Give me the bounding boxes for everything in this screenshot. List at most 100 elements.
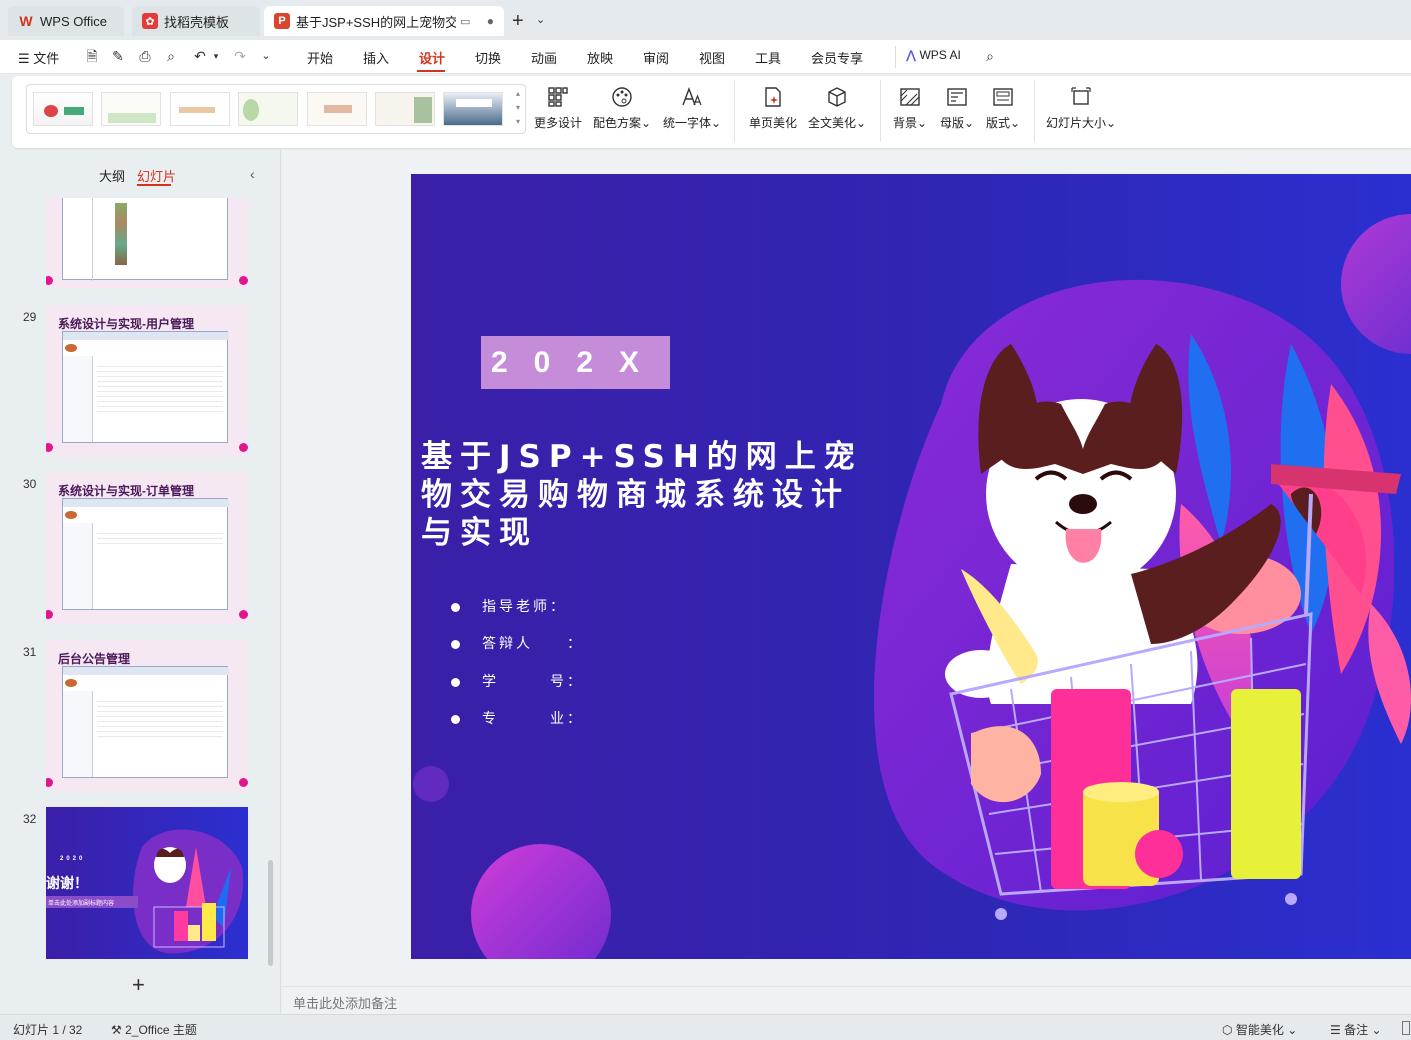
smart-beautify-button[interactable]: ⬡ 智能美化 ⌄ <box>1222 1021 1297 1038</box>
bullet-major[interactable]: 专 业： <box>451 708 584 728</box>
year-label-box[interactable]: 202X <box>481 336 670 389</box>
chevron-down-icon: ⌄ <box>1287 1023 1298 1037</box>
screenshot-image <box>62 198 228 281</box>
grid-icon <box>548 87 568 107</box>
slide-thumbnail[interactable]: 系统设计与实现-用户管理 <box>46 305 248 457</box>
slide-title[interactable]: 基于JSP+SSH的网上宠物交易购物商城系统设计与实现 <box>421 438 871 552</box>
gallery-scroll[interactable]: ▴ ▾ ▾ <box>513 87 523 131</box>
layout-button[interactable]: 版式⌄ <box>982 86 1024 131</box>
active-tab-indicator <box>417 70 445 72</box>
chevron-down-icon: ⌄ <box>1371 1023 1382 1037</box>
expand-icon[interactable]: ▾ <box>516 117 520 126</box>
theme-thumb[interactable] <box>307 92 367 126</box>
slide-thumbnail[interactable]: 系统设计与实现-订单管理 <box>46 472 248 624</box>
theme-gallery[interactable]: ▴ ▾ ▾ <box>26 84 526 134</box>
layout-icon <box>993 88 1013 106</box>
tab-slides[interactable]: 幻灯片 <box>137 166 176 185</box>
unify-font-button[interactable]: 统一字体⌄ <box>660 86 724 131</box>
page-beautify-button[interactable]: 单页美化 <box>746 86 800 131</box>
chevron-up-icon[interactable]: ▴ <box>516 89 520 98</box>
new-tab-plus-icon[interactable]: + <box>512 10 524 33</box>
more-design-button[interactable]: 更多设计 <box>532 86 584 131</box>
slide-count: 幻灯片 1 / 32 <box>13 1023 83 1037</box>
redo-icon[interactable]: ↷ <box>232 48 248 64</box>
menu-review[interactable]: 审阅 <box>643 48 669 67</box>
chevron-down-icon: ⌄ <box>1105 116 1117 130</box>
theme-thumb[interactable] <box>238 92 298 126</box>
chevron-down-icon[interactable]: ⌄ <box>536 13 545 26</box>
color-scheme-button[interactable]: 配色方案⌄ <box>590 86 654 131</box>
slide-illustration <box>413 214 1411 959</box>
tab-template[interactable]: ✿ 找稻壳模板 <box>132 6 260 36</box>
bullet-advisor[interactable]: 指导老师： <box>451 596 567 616</box>
pen-icon[interactable]: ✎ <box>110 48 126 64</box>
menu-insert[interactable]: 插入 <box>363 48 389 67</box>
slide-panel: 大纲 幻灯片 ‹ 29 系统设计与实现-用户管理 30 系统设计与实现-订单管理 <box>0 150 281 1014</box>
slide-thumbnail[interactable] <box>46 198 248 288</box>
theme-thumb[interactable] <box>33 92 93 126</box>
page-sparkle-icon <box>765 87 781 107</box>
bullet-dot-icon <box>451 602 460 612</box>
menu-design[interactable]: 设计 <box>419 48 445 67</box>
bullet-dot-icon <box>451 677 460 687</box>
menu-animation[interactable]: 动画 <box>531 48 557 67</box>
divider <box>895 46 896 68</box>
master-button[interactable]: 母版⌄ <box>936 86 978 131</box>
theme-thumb[interactable] <box>375 92 435 126</box>
slide-size-button[interactable]: 幻灯片大小⌄ <box>1044 86 1118 131</box>
bullet-presenter[interactable]: 答辩人 ： <box>451 633 584 653</box>
view-icon[interactable] <box>1402 1021 1410 1035</box>
background-icon <box>900 88 920 106</box>
undo-icon[interactable]: ↶ <box>192 48 208 64</box>
menu-view[interactable]: 视图 <box>699 48 725 67</box>
tab-outline[interactable]: 大纲 <box>99 166 125 185</box>
current-slide[interactable]: 202X 基于JSP+SSH的网上宠物交易购物商城系统设计与实现 指导老师： 答… <box>411 174 1411 959</box>
bullet-student-id[interactable]: 学 号： <box>451 671 584 691</box>
chevron-down-icon[interactable]: ▾ <box>516 103 520 112</box>
divider <box>880 80 881 142</box>
collapse-panel-icon[interactable]: ‹ <box>250 166 255 182</box>
print-preview-icon[interactable]: ⌕ <box>163 48 179 64</box>
thumbnail-title: 后台公告管理 <box>58 652 131 666</box>
theme-thumb[interactable] <box>101 92 161 126</box>
print-icon[interactable]: ⎙ <box>137 48 153 64</box>
slide-number: 31 <box>23 645 37 659</box>
wps-ai-button[interactable]: ⋀ WPS AI <box>906 48 961 62</box>
chevron-down-icon: ⌄ <box>963 116 975 130</box>
tab-current-document[interactable]: P 基于JSP+SSH的网上宠物交易 ▭ ● <box>264 6 504 36</box>
notes-toggle-button[interactable]: ☰ 备注 ⌄ <box>1330 1021 1382 1038</box>
background-button[interactable]: 背景⌄ <box>890 86 930 131</box>
full-beautify-button[interactable]: 全文美化⌄ <box>806 86 868 131</box>
add-slide-plus-icon[interactable]: + <box>132 972 145 998</box>
theme-thumb[interactable] <box>443 92 503 126</box>
slide-thumbnail-active[interactable]: 2020 谢谢！ 单击此处添加副标题内容 <box>46 807 248 959</box>
undo-dropdown-icon[interactable]: ▾ <box>208 48 224 64</box>
menu-slideshow[interactable]: 放映 <box>587 48 613 67</box>
wps-logo-icon: W <box>19 13 33 29</box>
chevron-down-icon[interactable]: ⌄ <box>258 48 274 64</box>
tab-modified-dot-icon[interactable]: ● <box>487 14 494 28</box>
menu-transition[interactable]: 切换 <box>475 48 501 67</box>
search-icon[interactable]: ⌕ <box>982 48 998 64</box>
thumbnail-title: 系统设计与实现-用户管理 <box>58 317 194 331</box>
slide-thumbnail[interactable]: 后台公告管理 <box>46 640 248 792</box>
theme-thumb[interactable] <box>170 92 230 126</box>
tab-label: 找稻壳模板 <box>164 14 230 30</box>
corner-dot <box>46 443 53 452</box>
design-ribbon: ▴ ▾ ▾ 更多设计 配色方案⌄ 统一字体⌄ 单页美化 全文美化⌄ 背景⌄ 母版⌄ … <box>12 76 1411 148</box>
notes-pane[interactable]: 单击此处添加备注 <box>282 986 1411 1014</box>
slide-number: 29 <box>23 310 37 324</box>
docer-logo-icon: ✿ <box>142 13 158 29</box>
menu-member[interactable]: 会员专享 <box>811 48 863 67</box>
theme-name-button[interactable]: ⚒ 2_Office 主题 <box>111 1021 197 1038</box>
menu-tools[interactable]: 工具 <box>755 48 781 67</box>
panel-scrollbar[interactable] <box>268 860 273 966</box>
corner-dot <box>239 276 248 285</box>
save-icon[interactable]: 🗎 <box>84 48 100 64</box>
hamburger-icon: ☰ <box>18 51 30 66</box>
tab-wps-office[interactable]: W WPS Office <box>8 6 124 36</box>
menu-file[interactable]: ☰ 文件 <box>18 48 59 67</box>
divider <box>1034 80 1035 142</box>
slide-number: 30 <box>23 477 37 491</box>
menu-start[interactable]: 开始 <box>307 48 333 67</box>
